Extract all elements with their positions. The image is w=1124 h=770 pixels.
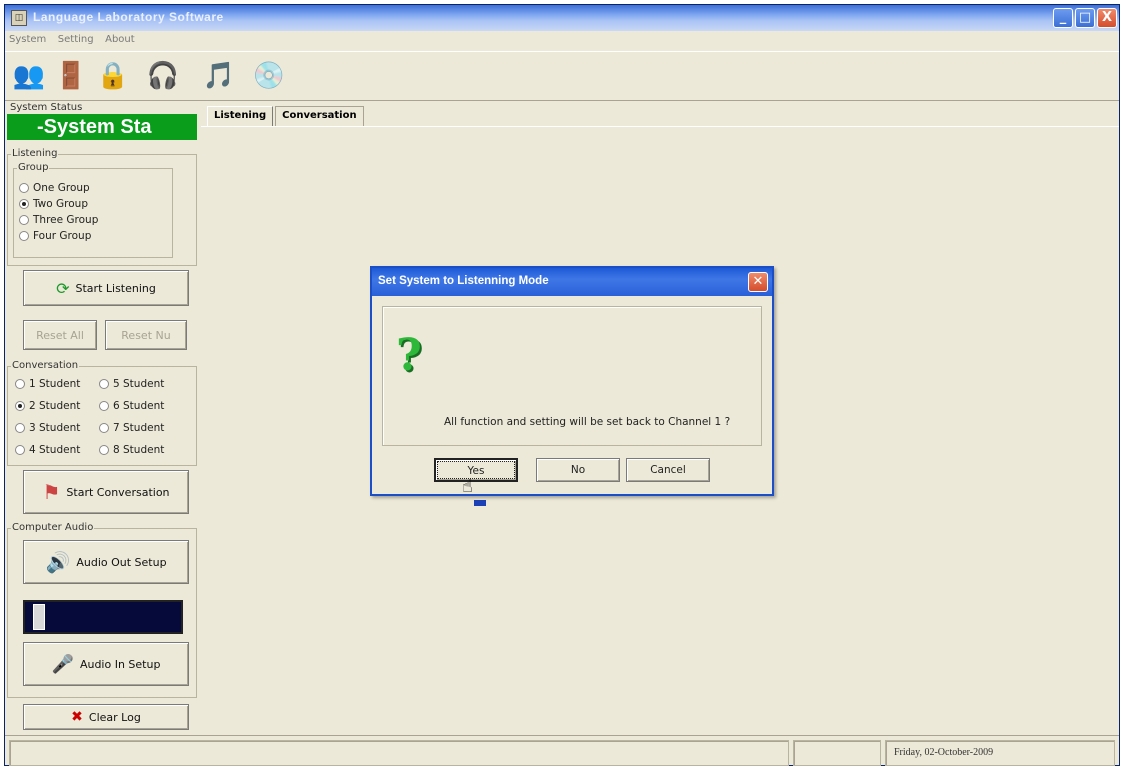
listening-label: Listening: [11, 148, 59, 159]
reset-nu-button[interactable]: Reset Nu: [105, 320, 187, 350]
tab-strip: Listening Conversation: [207, 106, 366, 126]
hand-cursor-icon: ☝: [462, 476, 473, 497]
x-icon: ✖: [71, 709, 83, 725]
tab-divider: [201, 126, 1119, 127]
radio-3-student[interactable]: 3 Student: [15, 422, 80, 434]
close-button[interactable]: X: [1097, 8, 1117, 28]
status-cell-main: [9, 740, 789, 766]
tab-conversation[interactable]: Conversation: [275, 106, 364, 126]
cancel-button[interactable]: Cancel: [626, 458, 710, 482]
conversation-label: Conversation: [11, 360, 80, 371]
menu-setting[interactable]: Setting: [54, 31, 98, 48]
left-panel: System Status -System Sta Listening Grou…: [7, 102, 197, 732]
dialog-title-bar[interactable]: Set System to Listenning Mode ✕: [372, 268, 772, 296]
status-bar: Friday, 02-October-2009: [5, 735, 1119, 767]
group-label: Group: [17, 162, 50, 173]
dialog-title: Set System to Listenning Mode: [378, 275, 549, 287]
disc-icon[interactable]: 💿: [251, 58, 287, 94]
no-button[interactable]: No: [536, 458, 620, 482]
start-listening-button[interactable]: ⟳ Start Listening: [23, 270, 189, 306]
speaker-icon: 🔊: [45, 550, 71, 574]
question-icon: ?: [396, 330, 422, 381]
cursor-shadow: [474, 500, 486, 506]
reset-all-button[interactable]: Reset All: [23, 320, 97, 350]
radio-6-student[interactable]: 6 Student: [99, 400, 164, 412]
radio-7-student[interactable]: 7 Student: [99, 422, 164, 434]
radio-two-group[interactable]: Two Group: [19, 198, 88, 210]
refresh-icon: ⟳: [56, 278, 70, 298]
status-date: Friday, 02-October-2009: [885, 740, 1115, 766]
microphone-icon: 🎤: [51, 653, 74, 675]
clear-log-button[interactable]: ✖ Clear Log: [23, 704, 189, 730]
menu-system[interactable]: System: [5, 31, 50, 48]
app-icon: ◫: [11, 10, 27, 26]
computer-audio-label: Computer Audio: [11, 522, 95, 533]
toolbar: 👥 🚪 🔒 🎧 🎵 💿: [5, 51, 1119, 101]
system-status-label: System Status: [9, 102, 84, 113]
menu-about[interactable]: About: [101, 31, 139, 48]
radio-8-student[interactable]: 8 Student: [99, 444, 164, 456]
minimize-button[interactable]: _: [1053, 8, 1073, 28]
window-title: Language Laboratory Software: [33, 10, 224, 24]
title-bar[interactable]: ◫ Language Laboratory Software _ □ X: [5, 5, 1119, 31]
exit-door-icon[interactable]: 🚪: [53, 58, 89, 94]
radio-5-student[interactable]: 5 Student: [99, 378, 164, 390]
maximize-button[interactable]: □: [1075, 8, 1095, 28]
conversation-icon: ⚑: [42, 480, 61, 504]
dialog-close-button[interactable]: ✕: [748, 272, 768, 292]
system-status-display: -System Sta: [7, 114, 197, 140]
dialog-message: All function and setting will be set bac…: [444, 416, 731, 428]
radio-2-student[interactable]: 2 Student: [15, 400, 80, 412]
user-group-icon[interactable]: 👥: [11, 58, 47, 94]
radio-one-group[interactable]: One Group: [19, 182, 90, 194]
music-note-icon[interactable]: 🎵: [201, 58, 237, 94]
audio-in-setup-button[interactable]: 🎤 Audio In Setup: [23, 642, 189, 686]
menu-bar: System Setting About: [5, 31, 1119, 51]
start-conversation-button[interactable]: ⚑ Start Conversation: [23, 470, 189, 514]
padlock-icon[interactable]: 🔒: [95, 58, 131, 94]
audio-level-slider[interactable]: [23, 600, 183, 634]
headset-icon[interactable]: 🎧: [145, 58, 181, 94]
radio-4-student[interactable]: 4 Student: [15, 444, 80, 456]
tab-listening[interactable]: Listening: [207, 106, 274, 126]
radio-four-group[interactable]: Four Group: [19, 230, 91, 242]
radio-1-student[interactable]: 1 Student: [15, 378, 80, 390]
audio-out-setup-button[interactable]: 🔊 Audio Out Setup: [23, 540, 189, 584]
yes-button[interactable]: Yes: [434, 458, 518, 482]
status-cell-mid: [793, 740, 881, 766]
radio-three-group[interactable]: Three Group: [19, 214, 98, 226]
confirm-dialog: Set System to Listenning Mode ✕ ? All fu…: [370, 266, 774, 496]
slider-thumb[interactable]: [33, 604, 45, 630]
